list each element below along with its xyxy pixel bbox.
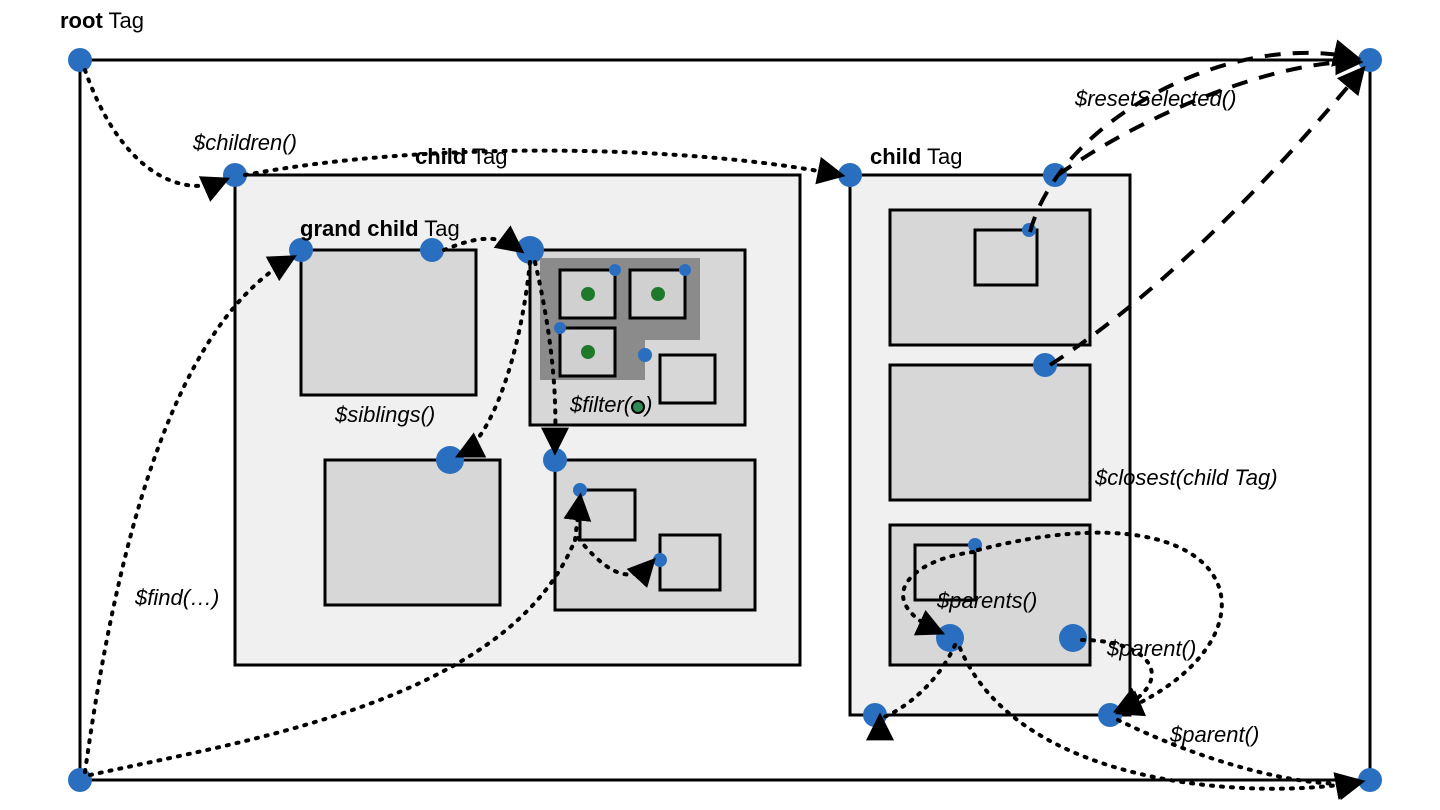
- child2-label: child Tag: [870, 144, 963, 170]
- parents-method-label: $parents(): [937, 588, 1037, 614]
- parent2-method-label: $parent(): [1170, 722, 1259, 748]
- grandchild-box-tl: [301, 250, 476, 395]
- children-method-label: $children(): [193, 130, 297, 156]
- siblings-method-label: $siblings(): [335, 402, 435, 428]
- child2-inner-2: [890, 365, 1090, 500]
- closest-method-label: $closest(child Tag): [1095, 465, 1278, 491]
- reset-selected-method-label: $resetSelected(): [1075, 86, 1236, 112]
- find-method-label: $find(…): [135, 585, 219, 611]
- filter-method-label: $filter(): [570, 392, 652, 418]
- filter-dot-icon: [631, 400, 645, 414]
- child1-label: child Tag: [415, 144, 508, 170]
- root-label: root Tag: [60, 8, 144, 34]
- parent1-method-label: $parent(): [1107, 636, 1196, 662]
- grandchild-box-bl: [325, 460, 500, 605]
- grandchild-label: grand child Tag: [300, 216, 460, 242]
